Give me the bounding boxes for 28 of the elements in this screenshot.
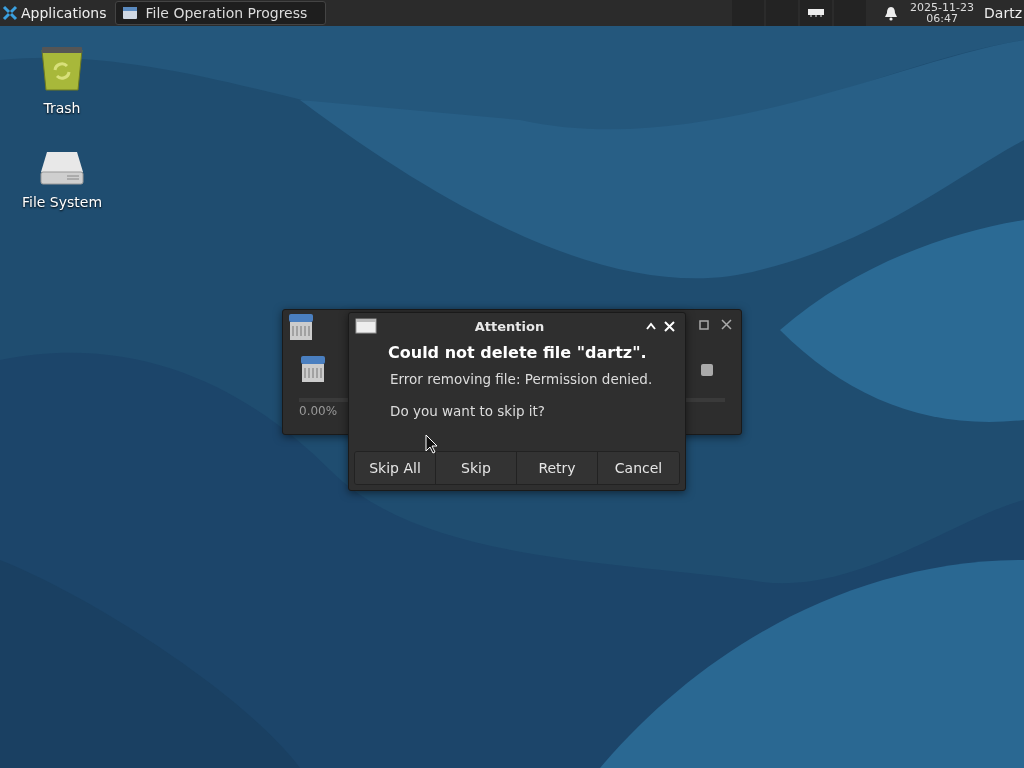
question-text: Do you want to skip it? [390, 403, 546, 419]
desktop-icon[interactable]: File System [12, 150, 112, 210]
close-icon[interactable] [721, 319, 732, 330]
error-message: Error removing file: Permission denied. [390, 371, 654, 387]
shredder-icon [299, 354, 327, 384]
window-icon [355, 318, 377, 334]
dialog-button[interactable]: Cancel [598, 452, 679, 484]
window-icon [121, 5, 138, 21]
progress-percent: 0.00% [299, 404, 338, 418]
network-icon[interactable] [800, 0, 833, 26]
window-title: Attention [473, 318, 546, 334]
mouse-cursor-icon [425, 434, 439, 454]
maximize-icon[interactable] [699, 320, 709, 330]
bell-icon[interactable] [884, 5, 899, 21]
dialog-button[interactable]: Retry [517, 452, 598, 484]
desktop-icon[interactable]: Trash [12, 44, 112, 116]
dialog-button[interactable]: Skip [436, 452, 517, 484]
user-name[interactable]: Dartz [984, 5, 1022, 21]
applications-menu[interactable]: Applications [0, 0, 109, 26]
trash-icon [39, 44, 85, 92]
dialog-button[interactable]: Skip All [355, 452, 436, 484]
menu-logo-icon [2, 5, 18, 21]
drive-icon [39, 150, 85, 186]
window-icon [287, 312, 315, 342]
clock[interactable]: 2025-11-23 06:47 [910, 2, 975, 24]
taskbar-button[interactable]: File Operation Progress [114, 1, 327, 25]
dialog-heading: Could not delete file "dartz". [388, 343, 648, 362]
stop-button[interactable] [701, 364, 713, 376]
